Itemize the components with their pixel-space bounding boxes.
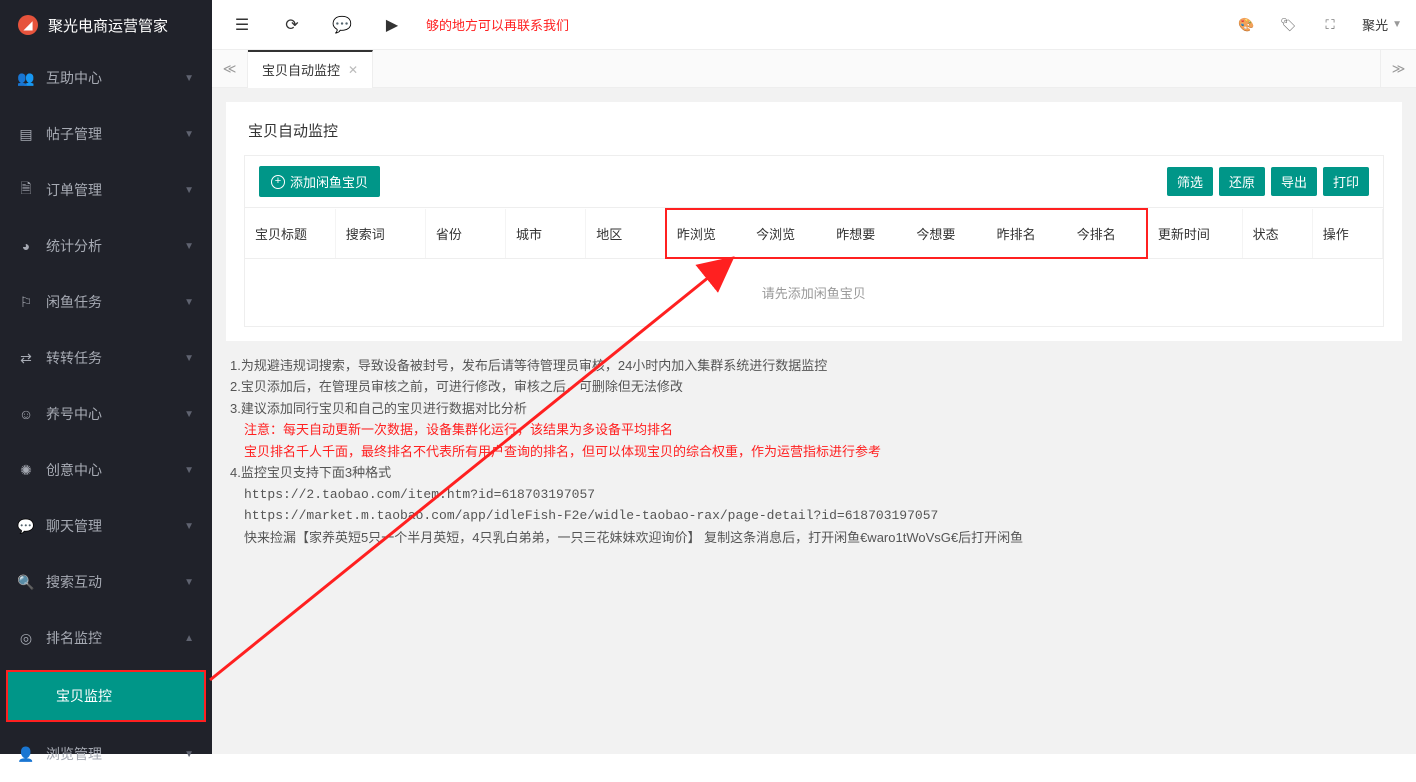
filter-button[interactable]: 筛选	[1167, 167, 1213, 196]
message-icon[interactable]: 💬	[326, 9, 358, 41]
col-yview[interactable]: 昨浏览	[666, 209, 746, 258]
col-city[interactable]: 城市	[506, 209, 586, 258]
camera-icon: ◎	[18, 630, 34, 647]
grid-panel: + 添加闲鱼宝贝 筛选 还原 导出 打印 宝贝标题	[244, 155, 1384, 327]
sidebar-item-paiming[interactable]: ◎排名监控▲	[0, 610, 212, 666]
export-button[interactable]: 导出	[1271, 167, 1317, 196]
play-icon[interactable]: ▶	[376, 9, 408, 41]
print-button[interactable]: 打印	[1323, 167, 1369, 196]
note-line: 3.建议添加同行宝贝和自己的宝贝进行数据对比分析	[230, 398, 1398, 419]
sidebar: ◢ 聚光电商运营管家 👥互助中心▼ ▤帖子管理▼ 🗎订单管理▼ ◕统计分析▼ ⚐…	[0, 0, 212, 754]
chevron-up-icon: ▲	[184, 633, 194, 644]
chart-icon: ◕	[18, 238, 34, 254]
chevron-down-icon: ▼	[184, 353, 194, 364]
sidebar-item-liaotian[interactable]: 💬聊天管理▼	[0, 498, 212, 554]
sidebar-item-xianyu[interactable]: ⚐闲鱼任务▼	[0, 274, 212, 330]
note-line: 4.监控宝贝支持下面3种格式	[230, 462, 1398, 483]
tab-active[interactable]: 宝贝自动监控 ✕	[248, 50, 373, 88]
flag-icon: ⚐	[18, 294, 34, 311]
content-area: 宝贝自动监控 + 添加闲鱼宝贝 筛选 还原 导出 打印	[212, 88, 1416, 754]
topbar-right: 🎨 🏷 ⛶ 聚光▼	[1236, 15, 1402, 35]
chevron-down-icon: ▼	[184, 129, 194, 140]
col-ywant[interactable]: 昨想要	[826, 209, 906, 258]
notice-text: 够的地方可以再联系我们	[426, 15, 1236, 34]
gear-icon: ✺	[18, 462, 34, 479]
chevron-down-icon: ▼	[184, 185, 194, 196]
search-icon: 🔍	[18, 574, 34, 591]
app-logo: ◢ 聚光电商运营管家	[0, 0, 212, 50]
sidebar-item-chuangyi[interactable]: ✺创意中心▼	[0, 442, 212, 498]
sidebar-item-dingdan[interactable]: 🗎订单管理▼	[0, 162, 212, 218]
chevron-down-icon: ▼	[184, 297, 194, 308]
sidebar-item-yanghao[interactable]: ☺养号中心▼	[0, 386, 212, 442]
post-icon: ▤	[18, 126, 34, 143]
note-url: https://2.taobao.com/item.htm?id=6187031…	[230, 484, 1398, 505]
col-district[interactable]: 地区	[586, 209, 666, 258]
chevron-down-icon: ▼	[184, 521, 194, 532]
refresh-icon[interactable]: ⟳	[276, 9, 308, 41]
sidebar-item-liulan[interactable]: 👤浏览管理▼	[0, 726, 212, 782]
notes-block: 1.为规避违规词搜索，导致设备被封号，发布后请等待管理员审核，24小时内加入集群…	[226, 341, 1402, 562]
grid-toolbar: + 添加闲鱼宝贝 筛选 还原 导出 打印	[245, 156, 1383, 208]
tab-label: 宝贝自动监控	[262, 60, 340, 79]
note-line: 2.宝贝添加后，在管理员审核之前，可进行修改，审核之后，可删除但无法修改	[230, 376, 1398, 397]
user-icon: 👤	[18, 746, 34, 763]
note-warning: 注意：每天自动更新一次数据，设备集群化运行，该结果为多设备平均排名	[230, 419, 1398, 440]
topbar: ☰ ⟳ 💬 ▶ 够的地方可以再联系我们 🎨 🏷 ⛶ 聚光▼	[212, 0, 1416, 50]
chevron-down-icon: ▼	[184, 749, 194, 760]
table-header-row: 宝贝标题 搜索词 省份 城市 地区 昨浏览 今浏览 昨想要 今想要 昨排名 今排…	[245, 209, 1383, 258]
users-icon: 👥	[18, 70, 34, 87]
menu-toggle-icon[interactable]: ☰	[226, 9, 258, 41]
chevron-down-icon: ▼	[184, 577, 194, 588]
col-tview[interactable]: 今浏览	[746, 209, 826, 258]
tag-icon[interactable]: 🏷	[1278, 15, 1298, 35]
chevron-down-icon: ▼	[184, 409, 194, 420]
sidebar-item-sousuo[interactable]: 🔍搜索互动▼	[0, 554, 212, 610]
col-status[interactable]: 状态	[1242, 209, 1312, 258]
plus-icon: +	[271, 175, 285, 189]
sidebar-item-zhuanzhuan[interactable]: ⇄转转任务▼	[0, 330, 212, 386]
data-table: 宝贝标题 搜索词 省份 城市 地区 昨浏览 今浏览 昨想要 今想要 昨排名 今排…	[245, 208, 1383, 326]
chat-icon: 💬	[18, 518, 34, 535]
sidebar-item-huzhu[interactable]: 👥互助中心▼	[0, 50, 212, 106]
col-province[interactable]: 省份	[425, 209, 505, 258]
tabsbar: ≪ 宝贝自动监控 ✕ ≫	[212, 50, 1416, 88]
reset-button[interactable]: 还原	[1219, 167, 1265, 196]
sidebar-subitem-baobei[interactable]: 宝贝监控	[8, 672, 204, 720]
note-example: 快来捡漏【家养英短5只一个半月英短，4只乳白弟弟，一只三花妹妹欢迎询价】 复制这…	[230, 527, 1398, 548]
tabs-scroll-right[interactable]: ≫	[1380, 50, 1416, 88]
col-updated[interactable]: 更新时间	[1147, 209, 1242, 258]
col-title[interactable]: 宝贝标题	[245, 209, 335, 258]
col-action[interactable]: 操作	[1312, 209, 1382, 258]
chevron-down-icon: ▼	[184, 73, 194, 84]
annotation-highlight-sidebar: 宝贝监控	[6, 670, 206, 722]
order-icon: 🗎	[18, 178, 34, 202]
sidebar-item-tiezi[interactable]: ▤帖子管理▼	[0, 106, 212, 162]
col-keyword[interactable]: 搜索词	[335, 209, 425, 258]
sidebar-item-tongji[interactable]: ◕统计分析▼	[0, 218, 212, 274]
close-icon[interactable]: ✕	[348, 63, 358, 77]
col-trank[interactable]: 今排名	[1067, 209, 1147, 258]
logo-icon: ◢	[18, 15, 38, 35]
note-warning: 宝贝排名千人千面，最终排名不代表所有用户查询的排名，但可以体现宝贝的综合权重，作…	[230, 441, 1398, 462]
smile-icon: ☺	[18, 406, 34, 422]
user-menu[interactable]: 聚光▼	[1362, 15, 1402, 34]
fullscreen-icon[interactable]: ⛶	[1320, 15, 1340, 35]
empty-state: 请先添加闲鱼宝贝	[245, 258, 1383, 326]
main-card: 宝贝自动监控 + 添加闲鱼宝贝 筛选 还原 导出 打印	[226, 102, 1402, 341]
col-twant[interactable]: 今想要	[906, 209, 986, 258]
app-title: 聚光电商运营管家	[48, 15, 168, 36]
chevron-down-icon: ▼	[184, 465, 194, 476]
chevron-down-icon: ▼	[1392, 19, 1402, 30]
chevron-down-icon: ▼	[184, 241, 194, 252]
note-url: https://market.m.taobao.com/app/idleFish…	[230, 505, 1398, 526]
transfer-icon: ⇄	[18, 350, 34, 367]
note-line: 1.为规避违规词搜索，导致设备被封号，发布后请等待管理员审核，24小时内加入集群…	[230, 355, 1398, 376]
add-item-button[interactable]: + 添加闲鱼宝贝	[259, 166, 380, 197]
col-yrank[interactable]: 昨排名	[987, 209, 1067, 258]
tabs-scroll-left[interactable]: ≪	[212, 50, 248, 88]
page-title: 宝贝自动监控	[244, 116, 1384, 141]
theme-icon[interactable]: 🎨	[1236, 15, 1256, 35]
